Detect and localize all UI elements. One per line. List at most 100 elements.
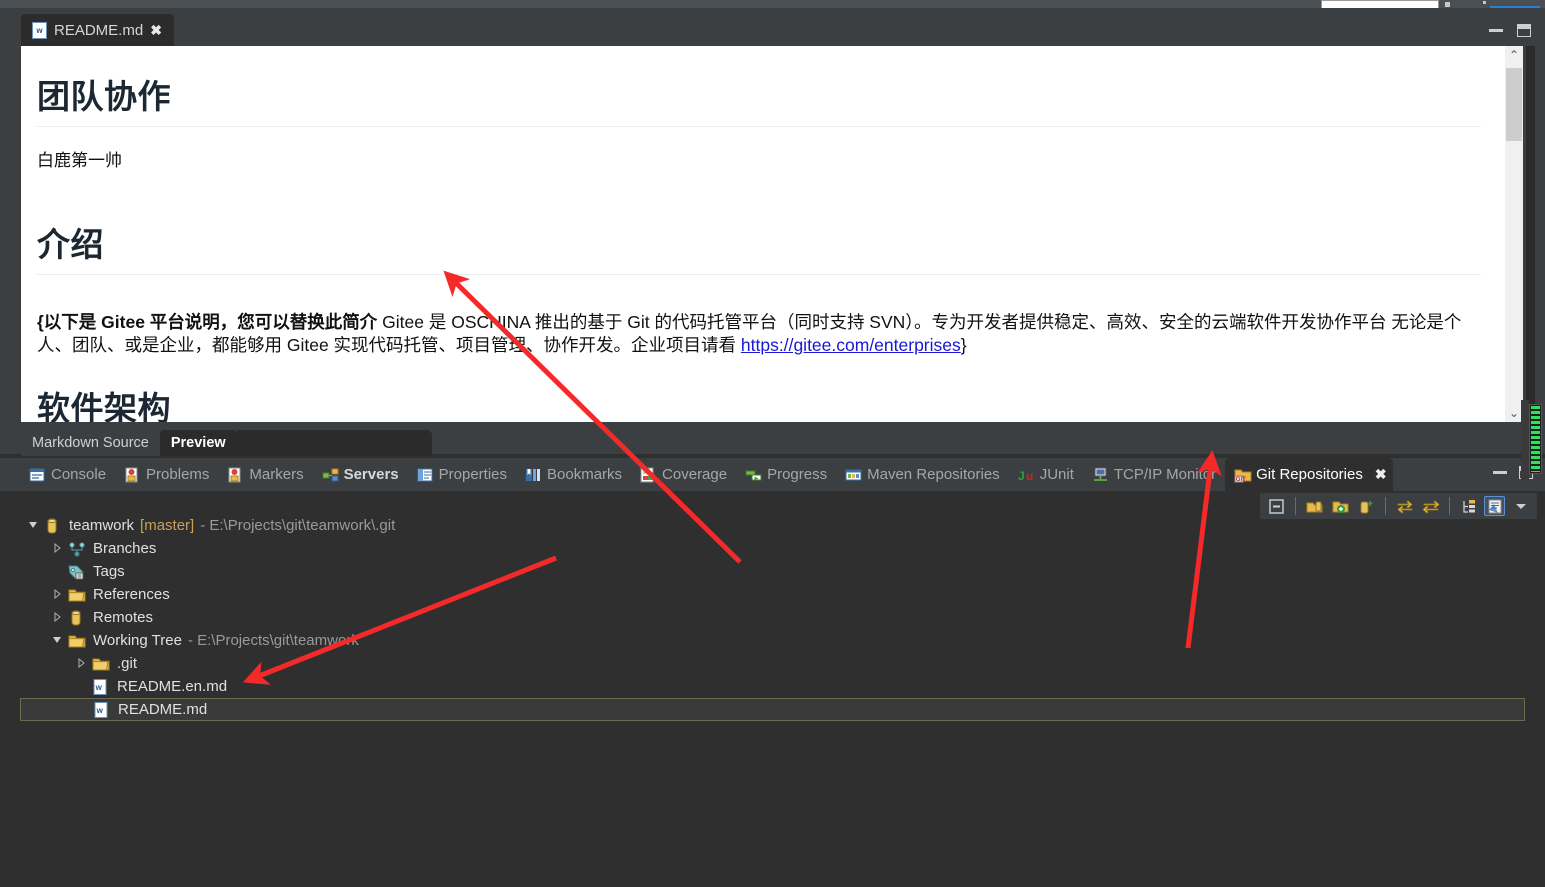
editor-tab-readme[interactable]: w README.md ✖ [21,14,174,46]
branches-icon [68,541,86,557]
view-tab-markers[interactable]: Markers [218,458,312,491]
maven-icon [845,467,862,483]
tree-node-label: .git [117,655,138,672]
heap-fill [1531,406,1540,472]
junit-icon: Ju [1018,467,1034,483]
clone-repository-button[interactable] [1330,496,1351,516]
view-menu-button[interactable] [1510,496,1531,516]
tree-row[interactable]: .git [20,652,1525,675]
view-tab-maven-repositories[interactable]: Maven Repositories [836,458,1009,491]
panel-minimize-icon[interactable] [1493,471,1507,474]
view-tab-label: Problems [146,466,210,483]
progress-icon [745,467,762,483]
coverage-icon [640,467,656,483]
tab-preview[interactable]: Preview [159,430,237,456]
view-tab-properties[interactable]: Properties [408,458,516,491]
tree-node-label: Working Tree [93,632,182,649]
tree-node-branch: [master] [140,517,195,534]
top-marker-dot-secondary [1483,1,1486,4]
preview-tab-filler [236,430,432,456]
heap-indicator-edge [1521,400,1529,480]
expand-arrow-open-icon[interactable] [52,635,64,647]
tree-row[interactable]: References [20,583,1525,606]
tree-node-label: README.md [118,701,208,718]
tree-row[interactable]: teamwork [master] - E:\Projects\git\teamwo… [20,514,1525,537]
preview-body-rest-2: } [960,335,967,356]
view-tab-label: Bookmarks [547,466,623,483]
tree-node-label: References [93,586,170,603]
scrollbar-thumb[interactable] [1506,68,1522,141]
view-tab-console[interactable]: Console [20,458,115,491]
view-tab-servers[interactable]: Servers [313,458,408,491]
editor-right-edge [1526,46,1535,428]
link-with-editor-button[interactable] [1484,496,1505,516]
maximize-icon[interactable] [1517,24,1531,37]
view-tab-bookmarks[interactable]: Bookmarks [516,458,631,491]
editor-area: w README.md ✖ 团队协作 白鹿第一帅 介绍 {以下是 Gitee 平… [0,8,1545,456]
tree-row[interactable]: Working Tree - E:\Projects\git\teamwork [20,629,1525,652]
view-tab-problems[interactable]: Problems [115,458,218,491]
tree-row[interactable]: Tags [20,560,1525,583]
repository-icon [44,518,62,534]
tree-row[interactable]: Remotes [20,606,1525,629]
view-tab-bar: Console Problems Markers Servers Properties B… [0,458,1545,491]
preview-paragraph-1: 白鹿第一帅 [37,151,122,170]
git-repositories-tree[interactable]: teamwork [master] - E:\Projects\git\teamwo… [20,514,1525,721]
markdown-file-icon: w [32,21,47,39]
add-existing-repository-button[interactable] [1304,496,1325,516]
references-folder-icon [68,587,86,603]
tree-row[interactable]: w README.md [20,698,1525,721]
preview-heading-1: 团队协作 [37,70,1481,127]
preview-mode-tabs: Markdown Source Preview [21,430,432,456]
tags-icon [68,564,86,580]
view-tab-junit[interactable]: Ju JUnit [1009,458,1083,491]
pull-button[interactable] [1394,496,1415,516]
collapse-all-button[interactable] [1266,496,1287,516]
expand-arrow-closed-icon[interactable] [52,542,64,555]
svg-text:u: u [1026,469,1033,483]
markdown-file-icon: w [93,701,111,718]
view-tab-coverage[interactable]: Coverage [631,458,736,491]
close-icon[interactable]: ✖ [1375,466,1387,483]
markdown-file-icon: w [92,678,110,695]
view-tab-label: Maven Repositories [867,466,1000,483]
problems-icon [124,467,140,483]
expand-arrow-open-icon[interactable] [28,520,40,532]
create-repository-button[interactable] [1356,496,1377,516]
servers-icon [322,467,339,483]
scroll-up-arrow-icon[interactable]: ⌃ [1505,46,1523,64]
view-tab-label: Coverage [662,466,728,483]
view-tab-git-repositories[interactable]: GIT Git Repositories ✖ [1225,458,1393,491]
heap-status-indicator[interactable] [1529,404,1542,474]
view-tab-label: JUnit [1039,466,1074,483]
tree-node-path: - E:\Projects\git\teamwork\.git [200,517,396,534]
svg-text:GIT: GIT [1236,477,1246,483]
preview-heading-3: 软件架构 [37,389,171,422]
svg-text:w: w [95,683,103,692]
toolbar-separator-3 [1449,497,1450,515]
view-tab-progress[interactable]: Progress [736,458,836,491]
gitee-enterprises-link[interactable]: https://gitee.com/enterprises [741,335,961,355]
tree-row[interactable]: Branches [20,537,1525,560]
tree-row[interactable]: w README.en.md [20,675,1525,698]
expand-arrow-closed-icon[interactable] [76,657,88,670]
minimize-icon[interactable] [1489,29,1503,32]
fetch-button[interactable] [1420,496,1441,516]
view-tab-label: Console [51,466,107,483]
tree-node-label: Remotes [93,609,154,626]
expand-arrow-closed-icon[interactable] [52,611,64,624]
view-tab-tcp-ip-monitor[interactable]: TCP/IP Monitor [1083,458,1225,491]
markdown-preview: 团队协作 白鹿第一帅 介绍 {以下是 Gitee 平台说明，您可以替换此简介 G… [21,46,1505,422]
editor-vertical-scrollbar[interactable]: ⌃ ⌄ [1505,46,1523,422]
close-icon[interactable]: ✖ [150,23,162,37]
toggle-branch-hierarchy-button[interactable] [1458,496,1479,516]
tab-markdown-source[interactable]: Markdown Source [21,430,160,456]
toolbar-separator [1295,497,1296,515]
toolbar-separator-2 [1385,497,1386,515]
view-tab-label: Git Repositories [1256,466,1363,483]
git-repositories-icon: GIT [1234,467,1252,483]
view-tab-label: Progress [767,466,828,483]
expand-arrow-closed-icon[interactable] [52,588,64,601]
view-tab-label: Markers [249,466,304,483]
